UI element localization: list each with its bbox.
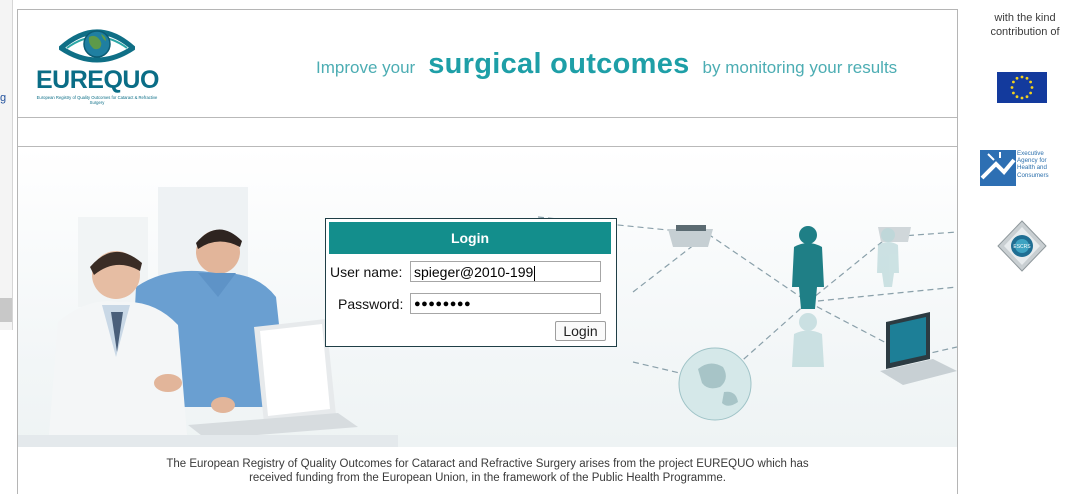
header: EUREQUO European Registry of Quality Out… (18, 10, 957, 118)
tagline: Improve your surgical outcomes by monito… (316, 48, 897, 88)
sponsor-sidebar: with the kind contribution of Executive … (962, 0, 1082, 493)
contribution-text: with the kind contribution of (990, 12, 1060, 38)
left-edge-text: g (0, 92, 7, 104)
login-box: Login User name: spieger@2010-199 Passwo… (325, 218, 617, 347)
navigation-bar (18, 118, 957, 147)
login-button[interactable]: Login (555, 321, 606, 341)
browser-left-edge: g (0, 0, 13, 330)
escrs-logo-icon[interactable]: ESCRS (997, 220, 1047, 272)
eahc-label: Executive Agency for Health and Consumer… (1017, 150, 1049, 179)
username-value: spieger@2010-199 (414, 264, 534, 280)
text-cursor (534, 265, 536, 281)
left-edge-scroll-handle[interactable] (0, 298, 12, 322)
tagline-main: surgical outcomes (428, 48, 690, 80)
tagline-post: by monitoring your results (702, 58, 898, 77)
password-value: ●●●●●●●● (414, 298, 472, 310)
escrs-label: ESCRS (1013, 244, 1031, 250)
logo-subtext: European Registry of Quality Outcomes fo… (36, 95, 158, 105)
password-label: Password: (338, 296, 404, 312)
footer-line-2: received funding from the European Union… (249, 472, 726, 484)
footer-text: The European Registry of Quality Outcome… (18, 457, 957, 485)
login-title: Login (329, 222, 611, 254)
logo-text: EUREQUO (36, 66, 159, 94)
eurequo-logo[interactable]: EUREQUO European Registry of Quality Out… (36, 22, 159, 106)
username-label: User name: (330, 264, 403, 280)
eye-globe-icon (59, 29, 135, 63)
password-input[interactable]: ●●●●●●●● (410, 293, 601, 314)
eahc-logo[interactable]: Executive Agency for Health and Consumer… (980, 150, 1064, 188)
footer-line-1: The European Registry of Quality Outcome… (166, 458, 809, 470)
eu-flag-icon[interactable] (997, 72, 1047, 103)
eahc-icon (980, 150, 1016, 186)
tagline-pre: Improve your (316, 58, 416, 77)
username-input[interactable]: spieger@2010-199 (410, 261, 601, 282)
